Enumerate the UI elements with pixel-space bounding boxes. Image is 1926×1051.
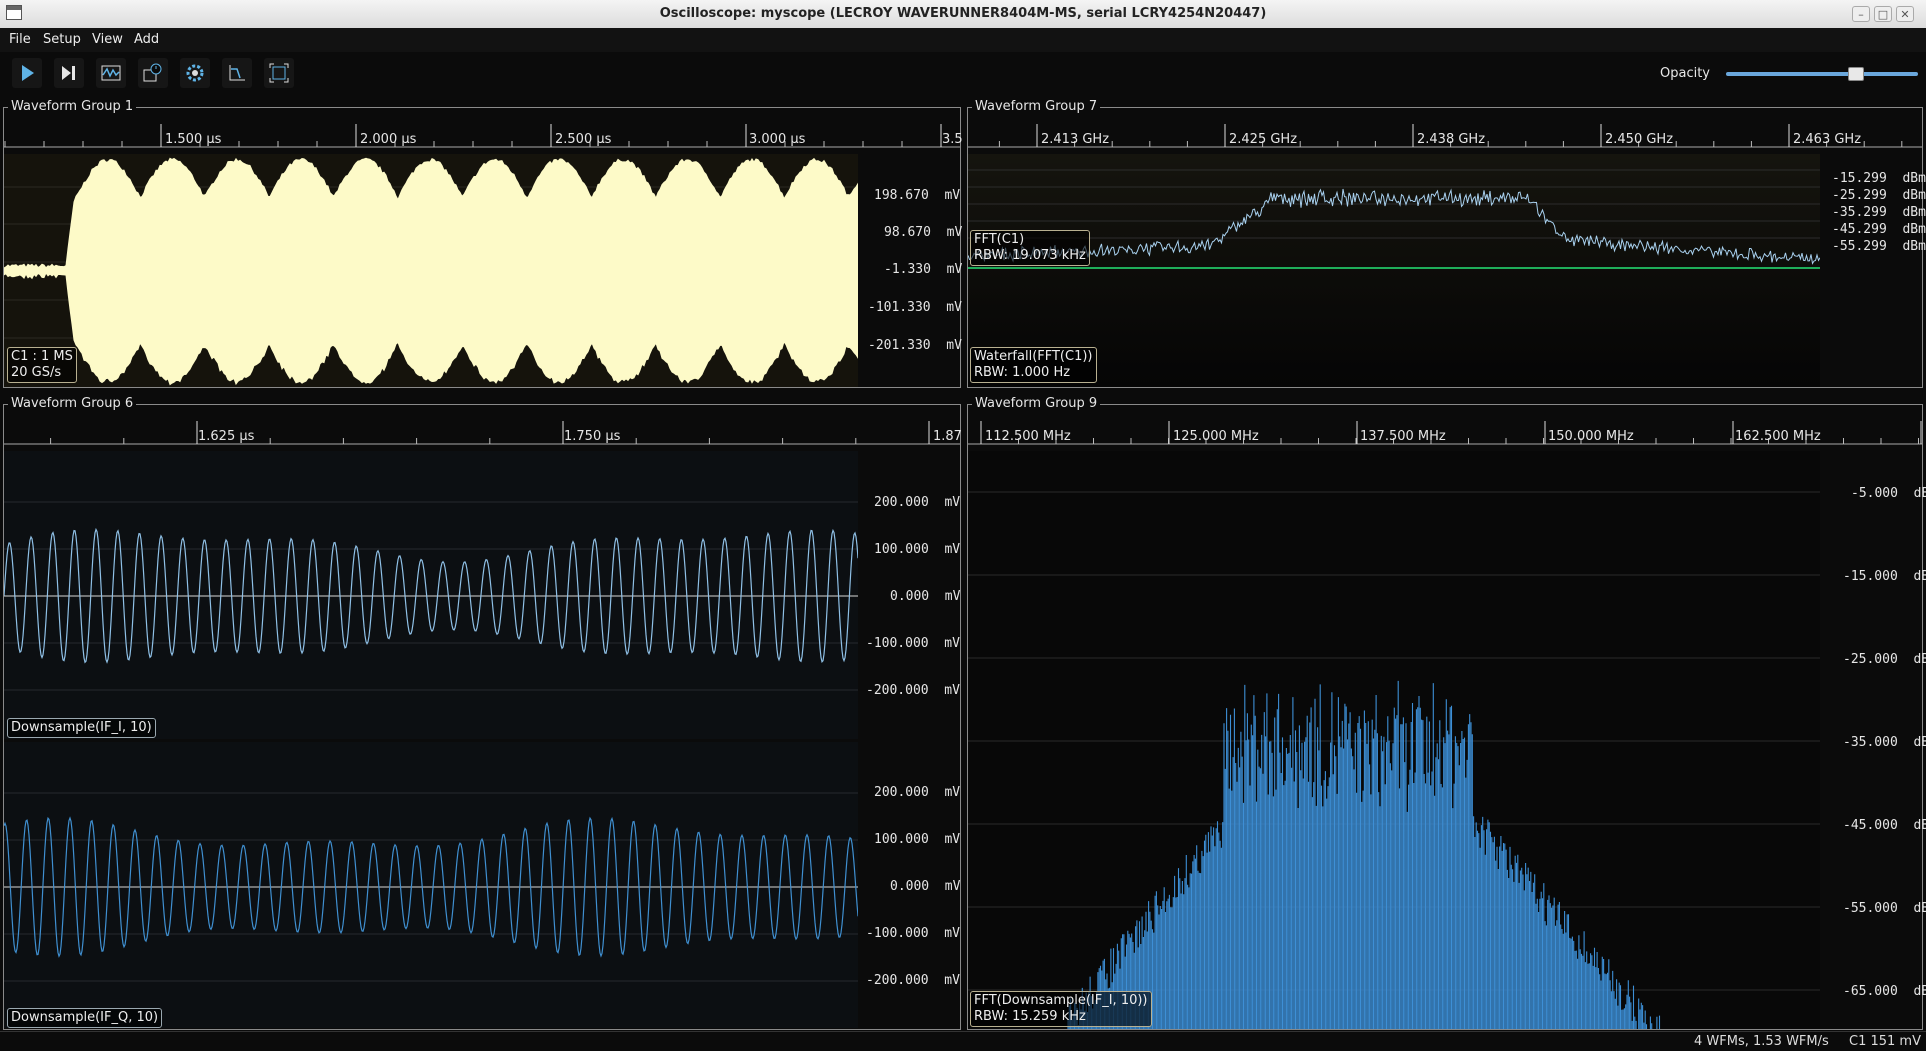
y-axis-label: -5.000 dBm <box>1851 486 1926 501</box>
y-axis-label: -101.330 mV <box>868 300 962 315</box>
y-axis-label: -1.330 mV <box>884 262 963 277</box>
y-axis-label: -201.330 mV <box>868 338 962 353</box>
ruler-label: 2.438 GHz <box>1417 132 1486 147</box>
fullscreen-button[interactable] <box>264 58 294 88</box>
settings-button[interactable] <box>180 58 210 88</box>
menu-file[interactable]: File <box>9 32 31 47</box>
channel-info-if-q[interactable]: Downsample(IF_Q, 10) <box>7 1008 163 1028</box>
waveform-trace-c1 <box>3 157 859 386</box>
ruler-label: 2.000 µs <box>360 132 417 147</box>
ruler-label: 2.425 GHz <box>1229 132 1298 147</box>
channel-info-c1[interactable]: C1 : 1 MS 20 GS/s <box>7 347 77 383</box>
y-axis-label: -55.299 dBm <box>1832 239 1926 254</box>
window-title: Oscilloscope: myscope (LECROY WAVERUNNER… <box>659 6 1267 21</box>
y-axis-label: -100.000 mV <box>866 636 960 651</box>
y-axis-label: 0.000 mV <box>890 879 961 894</box>
frequency-ruler[interactable]: 2.413 GHz 2.425 GHz 2.438 GHz 2.450 GHz … <box>968 116 1922 148</box>
settings-icon <box>186 64 204 82</box>
plot-background <box>4 742 858 1028</box>
group-title: Waveform Group 6 <box>8 396 137 412</box>
time-ruler[interactable]: 1.625 µs 1.750 µs 1.87 <box>4 413 962 445</box>
opacity-label: Opacity <box>1660 66 1711 81</box>
ruler-label: 150.000 MHz <box>1548 429 1634 444</box>
menu-view[interactable]: View <box>92 32 123 47</box>
y-axis-label: -55.000 dBm <box>1843 901 1926 916</box>
ruler-label: 1.625 µs <box>198 429 255 444</box>
channel-info-if-i[interactable]: Downsample(IF_I, 10) <box>7 718 156 738</box>
y-axis-label: -15.000 dBm <box>1843 569 1926 584</box>
ruler-label: 2.450 GHz <box>1605 132 1674 147</box>
channel-info-fft[interactable]: FFT(C1) RBW: 19.073 kHz <box>970 230 1090 266</box>
maximize-button[interactable]: □ <box>1874 6 1892 22</box>
ruler-label: 1.87 <box>933 429 962 444</box>
y-axis-label: -65.000 dBm <box>1843 984 1926 999</box>
time-ruler[interactable]: 1.500 µs 2.000 µs 2.500 µs 3.000 µs 3.5 <box>4 116 963 148</box>
single-trigger-button[interactable] <box>54 58 84 88</box>
group-title: Waveform Group 7 <box>972 99 1101 115</box>
y-axis-label: -200.000 mV <box>866 973 960 988</box>
menu-add[interactable]: Add <box>134 32 159 47</box>
waveform-group-1: Waveform Group 1 1.500 µs 2.000 µs 2.500… <box>3 99 963 388</box>
waveform-plot-c1[interactable] <box>3 154 859 387</box>
opacity-slider-handle[interactable] <box>1848 67 1864 81</box>
y-axis-label: -25.000 dBm <box>1843 652 1926 667</box>
group-title: Waveform Group 1 <box>8 99 137 115</box>
opacity-slider[interactable] <box>1726 72 1918 76</box>
group-title: Waveform Group 9 <box>972 396 1101 412</box>
play-icon <box>22 65 34 81</box>
waveform-plot-if-i[interactable] <box>3 451 859 739</box>
history-button[interactable] <box>138 58 168 88</box>
waveform-button[interactable] <box>96 58 126 88</box>
status-cursor: C1 151 mV <box>1849 1034 1921 1049</box>
waveform-icon <box>101 65 121 81</box>
status-rate: 4 WFMs, 1.53 WFM/s <box>1694 1034 1829 1049</box>
ruler-label: 125.000 MHz <box>1173 429 1259 444</box>
spectrum-plot-fft-if-i[interactable] <box>968 451 1820 1029</box>
y-axis-label: -100.000 mV <box>866 926 960 941</box>
y-axis-label: 198.670 mV <box>874 188 961 203</box>
ruler-label: 2.500 µs <box>555 132 612 147</box>
y-axis-label: 100.000 mV <box>874 542 961 557</box>
single-step-icon <box>62 66 75 80</box>
y-axis-label: -35.299 dBm <box>1832 205 1926 220</box>
ruler-label: 137.500 MHz <box>1360 429 1446 444</box>
waveform-group-7: Waveform Group 7 2.413 GHz 2.425 GHz 2.4… <box>967 99 1926 388</box>
ruler-label: 112.500 MHz <box>985 429 1071 444</box>
minimize-button[interactable]: – <box>1852 6 1870 22</box>
fullscreen-icon <box>269 63 289 83</box>
ruler-label: 3.000 µs <box>749 132 806 147</box>
trigger-icon <box>229 65 245 81</box>
waveform-plot-if-q[interactable] <box>3 742 859 1028</box>
y-axis-label: 98.670 mV <box>884 225 963 240</box>
waveform-group-6: Waveform Group 6 1.625 µs 1.750 µs 1.87 … <box>3 396 962 1030</box>
menu-bar: File Setup View Add <box>0 28 1926 52</box>
window-title-bar[interactable]: Oscilloscope: myscope (LECROY WAVERUNNER… <box>0 0 1926 29</box>
ruler-label: 162.500 MHz <box>1735 429 1821 444</box>
ruler-label: 1.750 µs <box>564 429 621 444</box>
y-axis-label: 0.000 mV <box>890 589 961 604</box>
ruler-label: 1.500 µs <box>165 132 222 147</box>
close-button[interactable]: ✕ <box>1896 6 1914 22</box>
waveform-group-9: Waveform Group 9 112.500 MHz 125.000 MHz… <box>967 396 1926 1030</box>
y-axis-label: -25.299 dBm <box>1832 188 1926 203</box>
menu-setup[interactable]: Setup <box>43 32 81 47</box>
y-axis-label: -45.299 dBm <box>1832 222 1926 237</box>
y-axis-label: 100.000 mV <box>874 832 961 847</box>
frequency-ruler[interactable]: 112.500 MHz 125.000 MHz 137.500 MHz 150.… <box>968 413 1922 445</box>
y-axis-label: 200.000 mV <box>874 495 961 510</box>
channel-info-fft-if-i[interactable]: FFT(Downsample(IF_I, 10)) RBW: 15.259 kH… <box>970 991 1152 1027</box>
y-axis-label: -15.299 dBm <box>1832 171 1926 186</box>
ruler-label: 2.413 GHz <box>1041 132 1110 147</box>
y-axis-label: -35.000 dBm <box>1843 735 1926 750</box>
y-axis-label: -200.000 mV <box>866 683 960 698</box>
ruler-label: 2.463 GHz <box>1793 132 1862 147</box>
y-axis-label: -45.000 dBm <box>1843 818 1926 833</box>
trigger-button[interactable] <box>222 58 252 88</box>
history-icon <box>143 63 162 82</box>
y-axis-label: 200.000 mV <box>874 785 961 800</box>
status-bar: 4 WFMs, 1.53 WFM/s C1 151 mV <box>0 1031 1926 1051</box>
channel-info-waterfall[interactable]: Waterfall(FFT(C1)) RBW: 1.000 Hz <box>970 347 1097 383</box>
run-button[interactable] <box>12 58 42 88</box>
ruler-label: 3.5 <box>942 132 963 147</box>
